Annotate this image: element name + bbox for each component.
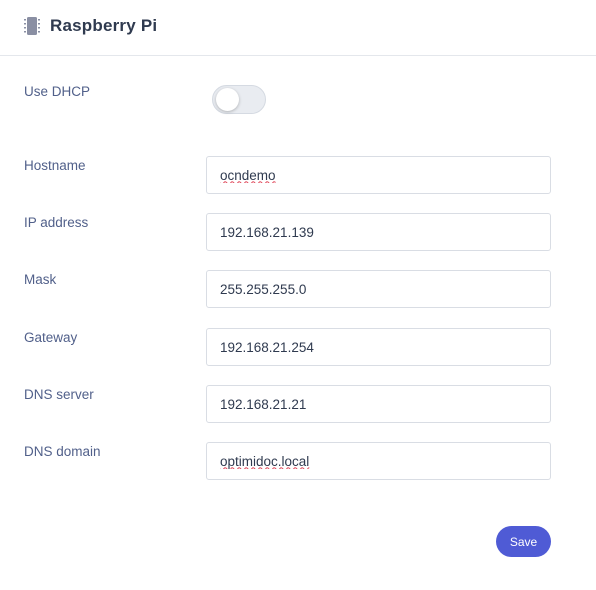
hostname-label: Hostname [24,158,86,173]
dns-domain-label: DNS domain [24,444,101,459]
gateway-input[interactable] [207,329,550,365]
dns-server-label: DNS server [24,387,94,402]
hostname-input[interactable] [207,157,550,193]
gateway-field-wrap [206,328,551,366]
mask-field-wrap [206,270,551,308]
chip-icon [24,16,40,36]
hostname-field-wrap [206,156,551,194]
toggle-knob [216,88,239,111]
mask-label: Mask [24,272,57,287]
page-title: Raspberry Pi [50,16,158,35]
gateway-label: Gateway [24,330,78,345]
dns-domain-input[interactable] [207,443,550,479]
ip-address-label: IP address [24,215,89,230]
dns-server-field-wrap [206,385,551,423]
dhcp-label: Use DHCP [24,84,91,99]
ip-address-field-wrap [206,213,551,251]
ip-address-input[interactable] [207,214,550,250]
save-button[interactable]: Save [496,526,551,557]
dhcp-toggle[interactable] [212,85,266,114]
page-header: Raspberry Pi [0,0,596,56]
dns-server-input[interactable] [207,386,550,422]
dns-domain-field-wrap [206,442,551,480]
mask-input[interactable] [207,271,550,307]
